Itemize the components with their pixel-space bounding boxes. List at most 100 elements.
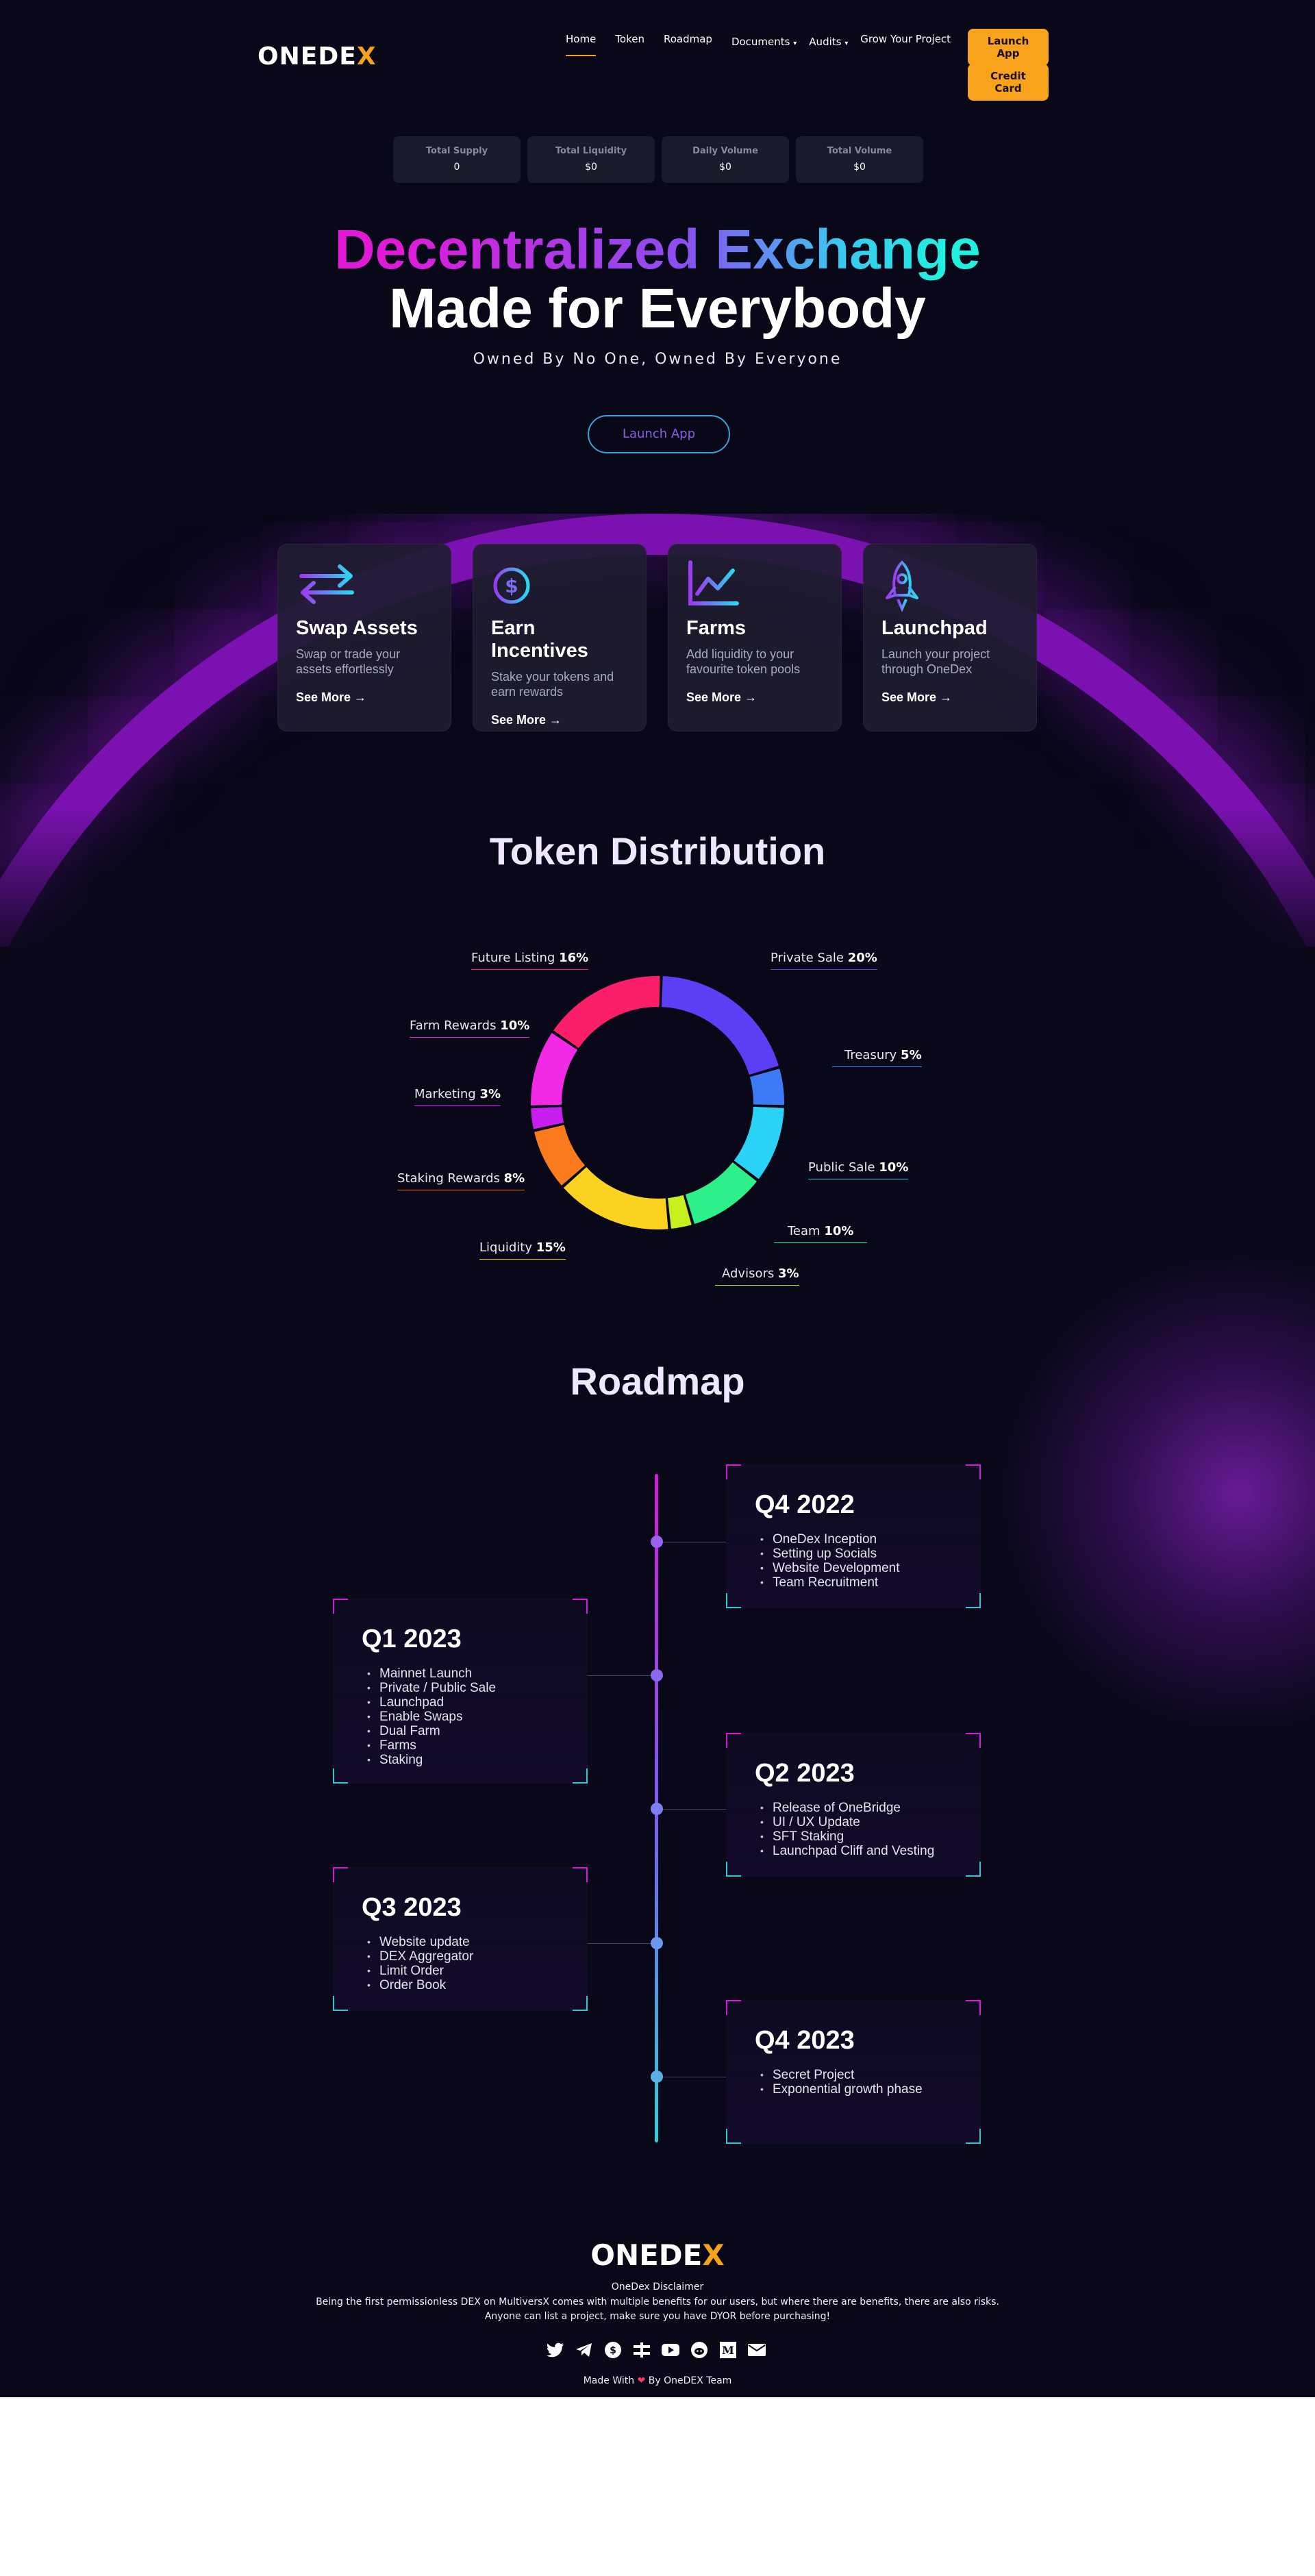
- reddit-icon[interactable]: [690, 2340, 709, 2360]
- roadmap-card-q4-2022: Q4 2022 OneDex Inception Setting up Soci…: [726, 1464, 981, 1608]
- roadmap-item: UI / UX Update: [755, 1815, 952, 1829]
- xexchange-icon[interactable]: [632, 2340, 651, 2360]
- svg-text:$: $: [610, 2345, 616, 2356]
- label-name: Liquidity: [479, 1240, 533, 1255]
- stat-daily-volume: Daily Volume $0: [662, 136, 789, 183]
- donut-slice-marketing[interactable]: [531, 1107, 564, 1129]
- feature-card-launchpad[interactable]: Launchpad Launch your project through One…: [863, 544, 1037, 731]
- corner-bracket: [726, 2129, 741, 2144]
- roadmap-card-q4-2023: Q4 2023 Secret Project Exponential growt…: [726, 2000, 981, 2144]
- timeline-dot: [651, 1803, 663, 1815]
- footer-logo[interactable]: ONEDEX: [0, 2238, 1315, 2272]
- see-more-link[interactable]: See More →: [686, 690, 823, 705]
- donut-slice-farm-rewards[interactable]: [531, 1033, 578, 1105]
- donut-slice-public-sale[interactable]: [734, 1106, 784, 1179]
- label-private-sale: Private Sale 20%: [771, 951, 877, 970]
- label-name: Future Listing: [471, 951, 555, 965]
- nav-token[interactable]: Token: [615, 33, 644, 56]
- donut-slice-liquidity[interactable]: [563, 1166, 668, 1229]
- corner-bracket: [333, 1867, 348, 1882]
- stat-value: $0: [853, 162, 866, 173]
- roadmap-item: Website update: [362, 1935, 559, 1949]
- corner-bracket: [573, 1996, 588, 2011]
- svg-text:M: M: [722, 2344, 734, 2357]
- roadmap-list: Website update DEX Aggregator Limit Orde…: [362, 1935, 559, 1992]
- feature-card-farms[interactable]: Farms Add liquidity to your favourite tok…: [668, 544, 842, 731]
- background-side-glow: [993, 1247, 1315, 1740]
- timeline-dot: [651, 1669, 663, 1681]
- coin-icon[interactable]: $: [603, 2340, 623, 2360]
- label-name: Farm Rewards: [410, 1018, 497, 1033]
- launch-app-button[interactable]: Launch App: [968, 29, 1049, 66]
- see-more-link[interactable]: See More →: [491, 713, 628, 727]
- roadmap-list: Release of OneBridge UI / UX Update SFT …: [755, 1801, 952, 1858]
- telegram-icon[interactable]: [575, 2340, 594, 2360]
- twitter-icon[interactable]: [546, 2340, 565, 2360]
- label-farm-rewards: Farm Rewards 10%: [410, 1018, 530, 1038]
- connector-line: [588, 1943, 651, 1944]
- nav-roadmap[interactable]: Roadmap: [664, 33, 712, 56]
- stat-total-supply: Total Supply 0: [393, 136, 521, 183]
- youtube-icon[interactable]: [661, 2340, 680, 2360]
- label-pct: 15%: [536, 1240, 566, 1255]
- connector-line: [663, 1809, 726, 1810]
- stat-value: $0: [585, 162, 597, 173]
- label-pct: 16%: [559, 951, 589, 965]
- stat-label: Total Supply: [425, 146, 488, 156]
- token-distribution-donut: [531, 976, 784, 1229]
- see-more-link[interactable]: See More →: [296, 690, 433, 705]
- credit-card-button[interactable]: Credit Card: [968, 64, 1049, 101]
- nav-documents[interactable]: Documents ▾: [731, 36, 797, 56]
- roadmap-quarter: Q2 2023: [755, 1759, 855, 1788]
- label-pct: 10%: [500, 1018, 530, 1033]
- donut-slice-team[interactable]: [685, 1162, 757, 1224]
- roadmap-item: SFT Staking: [755, 1829, 952, 1844]
- corner-bracket: [726, 1464, 741, 1479]
- roadmap-list: Secret Project Exponential growth phase: [755, 2068, 952, 2097]
- hero-launch-app-button[interactable]: Launch App: [588, 415, 730, 453]
- label-staking-rewards: Staking Rewards 8%: [397, 1171, 525, 1190]
- roadmap-list: Mainnet Launch Private / Public Sale Lau…: [362, 1666, 559, 1767]
- see-more-link[interactable]: See More →: [881, 690, 1018, 705]
- corner-bracket: [573, 1599, 588, 1614]
- feature-desc-line1: Swap or trade your: [296, 647, 401, 661]
- stat-value: $0: [719, 162, 731, 173]
- donut-slice-private-sale[interactable]: [661, 976, 779, 1075]
- feature-card-swap[interactable]: Swap Assets Swap or trade your assets eff…: [277, 544, 451, 731]
- nav-audits[interactable]: Audits ▾: [809, 36, 848, 56]
- label-name: Staking Rewards: [397, 1171, 500, 1186]
- roadmap-card-q2-2023: Q2 2023 Release of OneBridge UI / UX Upd…: [726, 1733, 981, 1877]
- feature-card-earn[interactable]: $ Earn Incentives Stake your tokens and e…: [473, 544, 647, 731]
- roadmap-item: Launchpad Cliff and Vesting: [755, 1844, 952, 1858]
- stats-bar: Total Supply 0 Total Liquidity $0 Daily …: [393, 136, 923, 183]
- nav-documents-label: Documents: [731, 36, 790, 48]
- donut-slice-future-listing[interactable]: [553, 976, 660, 1049]
- roadmap-item: Order Book: [362, 1978, 559, 1992]
- hero-title-gradient: Decentralized Exchange: [0, 218, 1315, 282]
- roadmap-item: Limit Order: [362, 1964, 559, 1978]
- label-liquidity: Liquidity 15%: [479, 1240, 566, 1260]
- corner-bracket: [573, 1867, 588, 1882]
- feature-desc: Swap or trade your assets effortlessly: [296, 647, 433, 677]
- brand-logo[interactable]: ONEDEX: [258, 42, 377, 71]
- chevron-down-icon: ▾: [793, 40, 797, 47]
- medium-icon[interactable]: M: [718, 2340, 738, 2360]
- email-icon[interactable]: [747, 2340, 766, 2360]
- corner-bracket: [726, 2000, 741, 2015]
- stat-label: Total Liquidity: [555, 146, 627, 156]
- roadmap-card-q3-2023: Q3 2023 Website update DEX Aggregator Li…: [333, 1867, 588, 2011]
- roadmap-item: Staking: [362, 1753, 559, 1767]
- disclaimer-line-2: Anyone can list a project, make sure you…: [484, 2311, 831, 2322]
- corner-bracket: [966, 1464, 981, 1479]
- feature-desc: Stake your tokens and earn rewards: [491, 669, 628, 699]
- donut-slice-treasury[interactable]: [749, 1068, 784, 1105]
- feature-desc-line2: through OneDex: [881, 662, 973, 676]
- heart-icon: ❤: [637, 2375, 646, 2386]
- timeline-dot: [651, 1937, 663, 1949]
- corner-bracket: [726, 1862, 741, 1877]
- roadmap-item: DEX Aggregator: [362, 1949, 559, 1964]
- roadmap-item: Mainnet Launch: [362, 1666, 559, 1681]
- nav-home[interactable]: Home: [566, 33, 597, 56]
- nav-grow-your-project[interactable]: Grow Your Project: [860, 33, 951, 56]
- feature-desc-line2: assets effortlessly: [296, 662, 394, 676]
